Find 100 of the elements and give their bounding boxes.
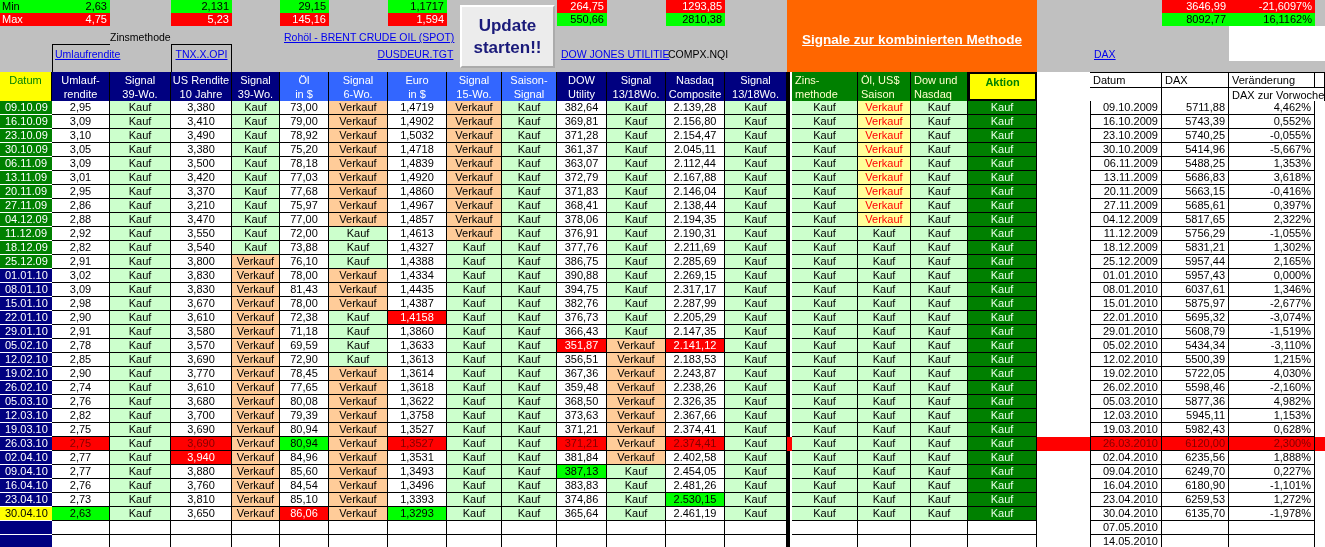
date-cell: 20.11.09 <box>0 185 52 199</box>
table-cell: Kauf <box>725 213 787 227</box>
table-cell: 369,81 <box>557 115 607 129</box>
table-cell: 79,39 <box>280 409 329 423</box>
column-header: Euro in $ <box>388 72 447 101</box>
table-cell: 1,3622 <box>388 395 447 409</box>
table-cell: Verkauf <box>329 409 388 423</box>
table-cell: 371,21 <box>557 423 607 437</box>
table-cell: Verkauf <box>329 143 388 157</box>
table-cell: Kauf <box>447 381 502 395</box>
table-cell: 5817,65 <box>1162 213 1229 227</box>
table-cell: 2.190,31 <box>666 227 725 241</box>
table-cell: Kauf <box>968 311 1037 325</box>
table-cell: 368,50 <box>557 395 607 409</box>
table-cell: 264,75 <box>557 0 607 13</box>
table-cell: Kauf <box>911 199 968 213</box>
table-cell: 371,21 <box>557 437 607 451</box>
table-cell: Verkauf <box>232 479 280 493</box>
date-cell: 19.03.10 <box>0 423 52 437</box>
table-cell: 6135,70 <box>1162 507 1229 521</box>
source-link[interactable]: DUSDEUR.TGT <box>377 48 454 61</box>
table-cell: 13.11.2009 <box>1090 171 1162 185</box>
date-cell: 09.04.10 <box>0 465 52 479</box>
table-cell: Kauf <box>607 143 666 157</box>
table-cell: 1,3860 <box>388 325 447 339</box>
table-cell: Kauf <box>502 101 557 115</box>
table-cell: Kauf <box>858 367 911 381</box>
table-cell: 381,84 <box>557 451 607 465</box>
table-cell: Verkauf <box>232 325 280 339</box>
table-cell: Kauf <box>447 437 502 451</box>
table-cell: 12.02.2010 <box>1090 353 1162 367</box>
table-cell: 361,37 <box>557 143 607 157</box>
table-cell: 6120,00 <box>1162 437 1229 451</box>
table-cell: 1,888% <box>1229 451 1315 465</box>
table-cell: 1,353% <box>1229 157 1315 171</box>
table-cell: 386,75 <box>557 255 607 269</box>
table-cell: Kauf <box>858 283 911 297</box>
table-cell: Kauf <box>968 493 1037 507</box>
table-cell: Kauf <box>502 171 557 185</box>
table-cell: 5740,25 <box>1162 129 1229 143</box>
table-cell: 368,41 <box>557 199 607 213</box>
table-cell: 6180,90 <box>1162 479 1229 493</box>
table-cell: Kauf <box>911 227 968 241</box>
table-cell: Kauf <box>725 269 787 283</box>
table-cell: Kauf <box>502 381 557 395</box>
table-cell: Kauf <box>725 171 787 185</box>
table-cell: 2.530,15 <box>666 493 725 507</box>
table-cell: Kauf <box>502 353 557 367</box>
table-cell: Kauf <box>792 493 858 507</box>
table-cell: 3,370 <box>171 185 232 199</box>
empty-cell <box>1315 72 1325 87</box>
title-link[interactable]: Signale zur kombinierten Methode <box>802 25 1022 47</box>
table-cell: 0,397% <box>1229 199 1315 213</box>
table-cell: 5434,34 <box>1162 339 1229 353</box>
table-cell: Kauf <box>110 409 171 423</box>
table-cell: Verkauf <box>232 283 280 297</box>
table-cell: 387,13 <box>557 465 607 479</box>
table-cell: Kauf <box>968 269 1037 283</box>
table-cell: 2,91 <box>52 255 110 269</box>
table-cell: Kauf <box>110 325 171 339</box>
empty-cell <box>1162 521 1229 535</box>
table-cell: Kauf <box>911 269 968 283</box>
table-cell: 3,210 <box>171 199 232 213</box>
table-cell: Kauf <box>232 227 280 241</box>
table-cell: 3,570 <box>171 339 232 353</box>
table-cell: Kauf <box>329 339 388 353</box>
table-cell: Kauf <box>447 367 502 381</box>
table-cell: Verkauf <box>607 437 666 451</box>
table-cell: Kauf <box>110 283 171 297</box>
table-cell: Kauf <box>968 409 1037 423</box>
source-link[interactable]: DAX <box>1090 48 1162 61</box>
table-cell: Kauf <box>792 297 858 311</box>
table-cell: 1,4613 <box>388 227 447 241</box>
table-cell: Kauf <box>110 311 171 325</box>
table-cell: Kauf <box>725 143 787 157</box>
table-cell: 71,18 <box>280 325 329 339</box>
table-cell: Kauf <box>502 227 557 241</box>
table-cell: Kauf <box>858 311 911 325</box>
table-cell: 3,830 <box>171 283 232 297</box>
table-cell: Kauf <box>502 339 557 353</box>
table-cell: 3,09 <box>52 115 110 129</box>
table-cell: 1293,85 <box>666 0 725 13</box>
table-cell: Verkauf <box>232 507 280 521</box>
table-cell: Verkauf <box>329 381 388 395</box>
table-cell: 80,94 <box>280 423 329 437</box>
source-link[interactable]: Umlaufrendite <box>52 48 171 61</box>
date-cell: 13.11.09 <box>0 171 52 185</box>
table-cell: Kauf <box>792 339 858 353</box>
table-cell: Kauf <box>792 213 858 227</box>
table-cell: Kauf <box>329 311 388 325</box>
table-cell: Kauf <box>329 227 388 241</box>
date-cell: 06.11.09 <box>0 157 52 171</box>
table-cell: 6259,53 <box>1162 493 1229 507</box>
update-button[interactable]: Update starten!! <box>460 5 555 68</box>
table-cell: 371,83 <box>557 185 607 199</box>
table-cell: 3,700 <box>171 409 232 423</box>
table-cell: Verkauf <box>329 437 388 451</box>
table-cell: 1,4920 <box>388 171 447 185</box>
table-cell: Kauf <box>792 171 858 185</box>
table-cell: Verkauf <box>447 171 502 185</box>
